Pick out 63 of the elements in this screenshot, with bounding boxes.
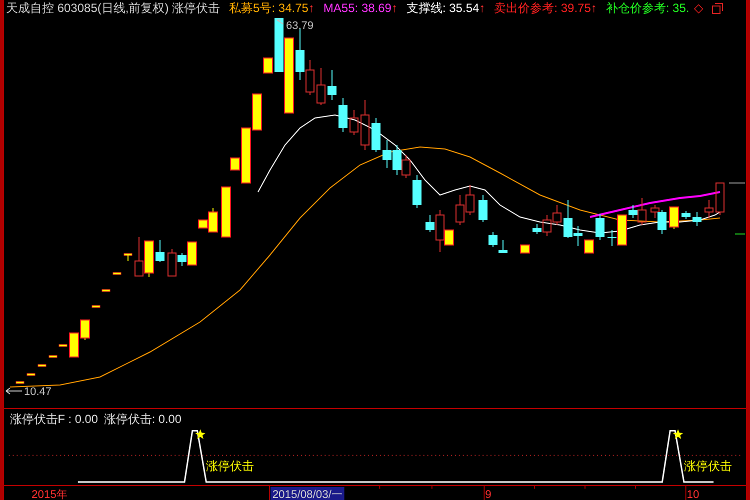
candlestick [360, 100, 370, 150]
candlestick [328, 70, 336, 100]
signal-label: 涨停伏击 [684, 459, 732, 474]
indicator-readout: 补仓价参考: 35. [606, 0, 690, 16]
candlestick [692, 212, 702, 226]
candlestick [92, 305, 100, 308]
candlestick [584, 240, 594, 254]
candlestick [552, 204, 562, 226]
candlestick [382, 140, 392, 168]
candlestick [466, 184, 474, 216]
candlestick [682, 210, 690, 220]
candlestick [134, 236, 144, 276]
indicator-readout: 支撑线: 35.54 [406, 0, 480, 16]
candlestick [144, 240, 154, 278]
candlestick [350, 110, 358, 136]
candlestick [669, 206, 679, 230]
date-cursor-label: 2015/08/03/一 [270, 486, 344, 500]
up-arrow: ↑ [308, 0, 314, 16]
indicator-readout: 涨停伏击: 0.00 [104, 412, 182, 426]
month-label: 9 [485, 489, 492, 500]
candlestick [488, 232, 498, 248]
leader-line [276, 20, 284, 24]
year-label: 2015年 [32, 489, 68, 500]
candlestick [596, 214, 604, 240]
candlestick [263, 58, 273, 74]
candlestick [221, 186, 231, 238]
restore-window-icon[interactable] [712, 2, 724, 14]
indicator-readout: 涨停伏击F : 0.00 [10, 412, 98, 426]
candlestick [716, 182, 724, 216]
low-price-label: 10.47 [24, 386, 52, 398]
indicator-readout: 卖出价参考: 39.75 [494, 0, 591, 16]
candlestick [498, 240, 508, 253]
price-tick [728, 182, 746, 184]
candlestick [316, 68, 326, 106]
diamond-marker[interactable]: ◇ [694, 0, 704, 16]
candlestick [478, 194, 488, 222]
candlestick [69, 332, 79, 358]
chart-title: 天成自控 603085(日线,前复权) 涨停伏击 [6, 0, 220, 16]
indicator-readout: 私募5号: 34.75 [229, 0, 308, 16]
candlestick [80, 320, 90, 340]
candlestick [274, 18, 284, 72]
up-arrow: ↑ [391, 0, 398, 16]
candlestick [456, 194, 464, 226]
month-label: 10 [686, 489, 700, 500]
star-icon [195, 429, 206, 439]
star-icon [672, 429, 684, 439]
candlestick [412, 174, 422, 208]
candlestick [156, 240, 164, 262]
candlestick [102, 289, 110, 292]
candlestick [520, 244, 530, 254]
candlestick [372, 118, 380, 152]
indicator-readout: MA55: 38.69 [323, 0, 392, 16]
candlestick [704, 200, 714, 218]
candlestick [112, 272, 122, 275]
leader-line [6, 388, 22, 394]
candlestick [124, 253, 132, 262]
up-arrow: ↑ [590, 0, 597, 16]
candlestick [402, 154, 410, 178]
candlestick [338, 98, 348, 132]
high-price-label: 63.79 [286, 20, 314, 32]
up-arrow: ↑ [479, 0, 486, 16]
signal-label: 涨停伏击 [206, 459, 254, 474]
candlestick [392, 144, 402, 176]
